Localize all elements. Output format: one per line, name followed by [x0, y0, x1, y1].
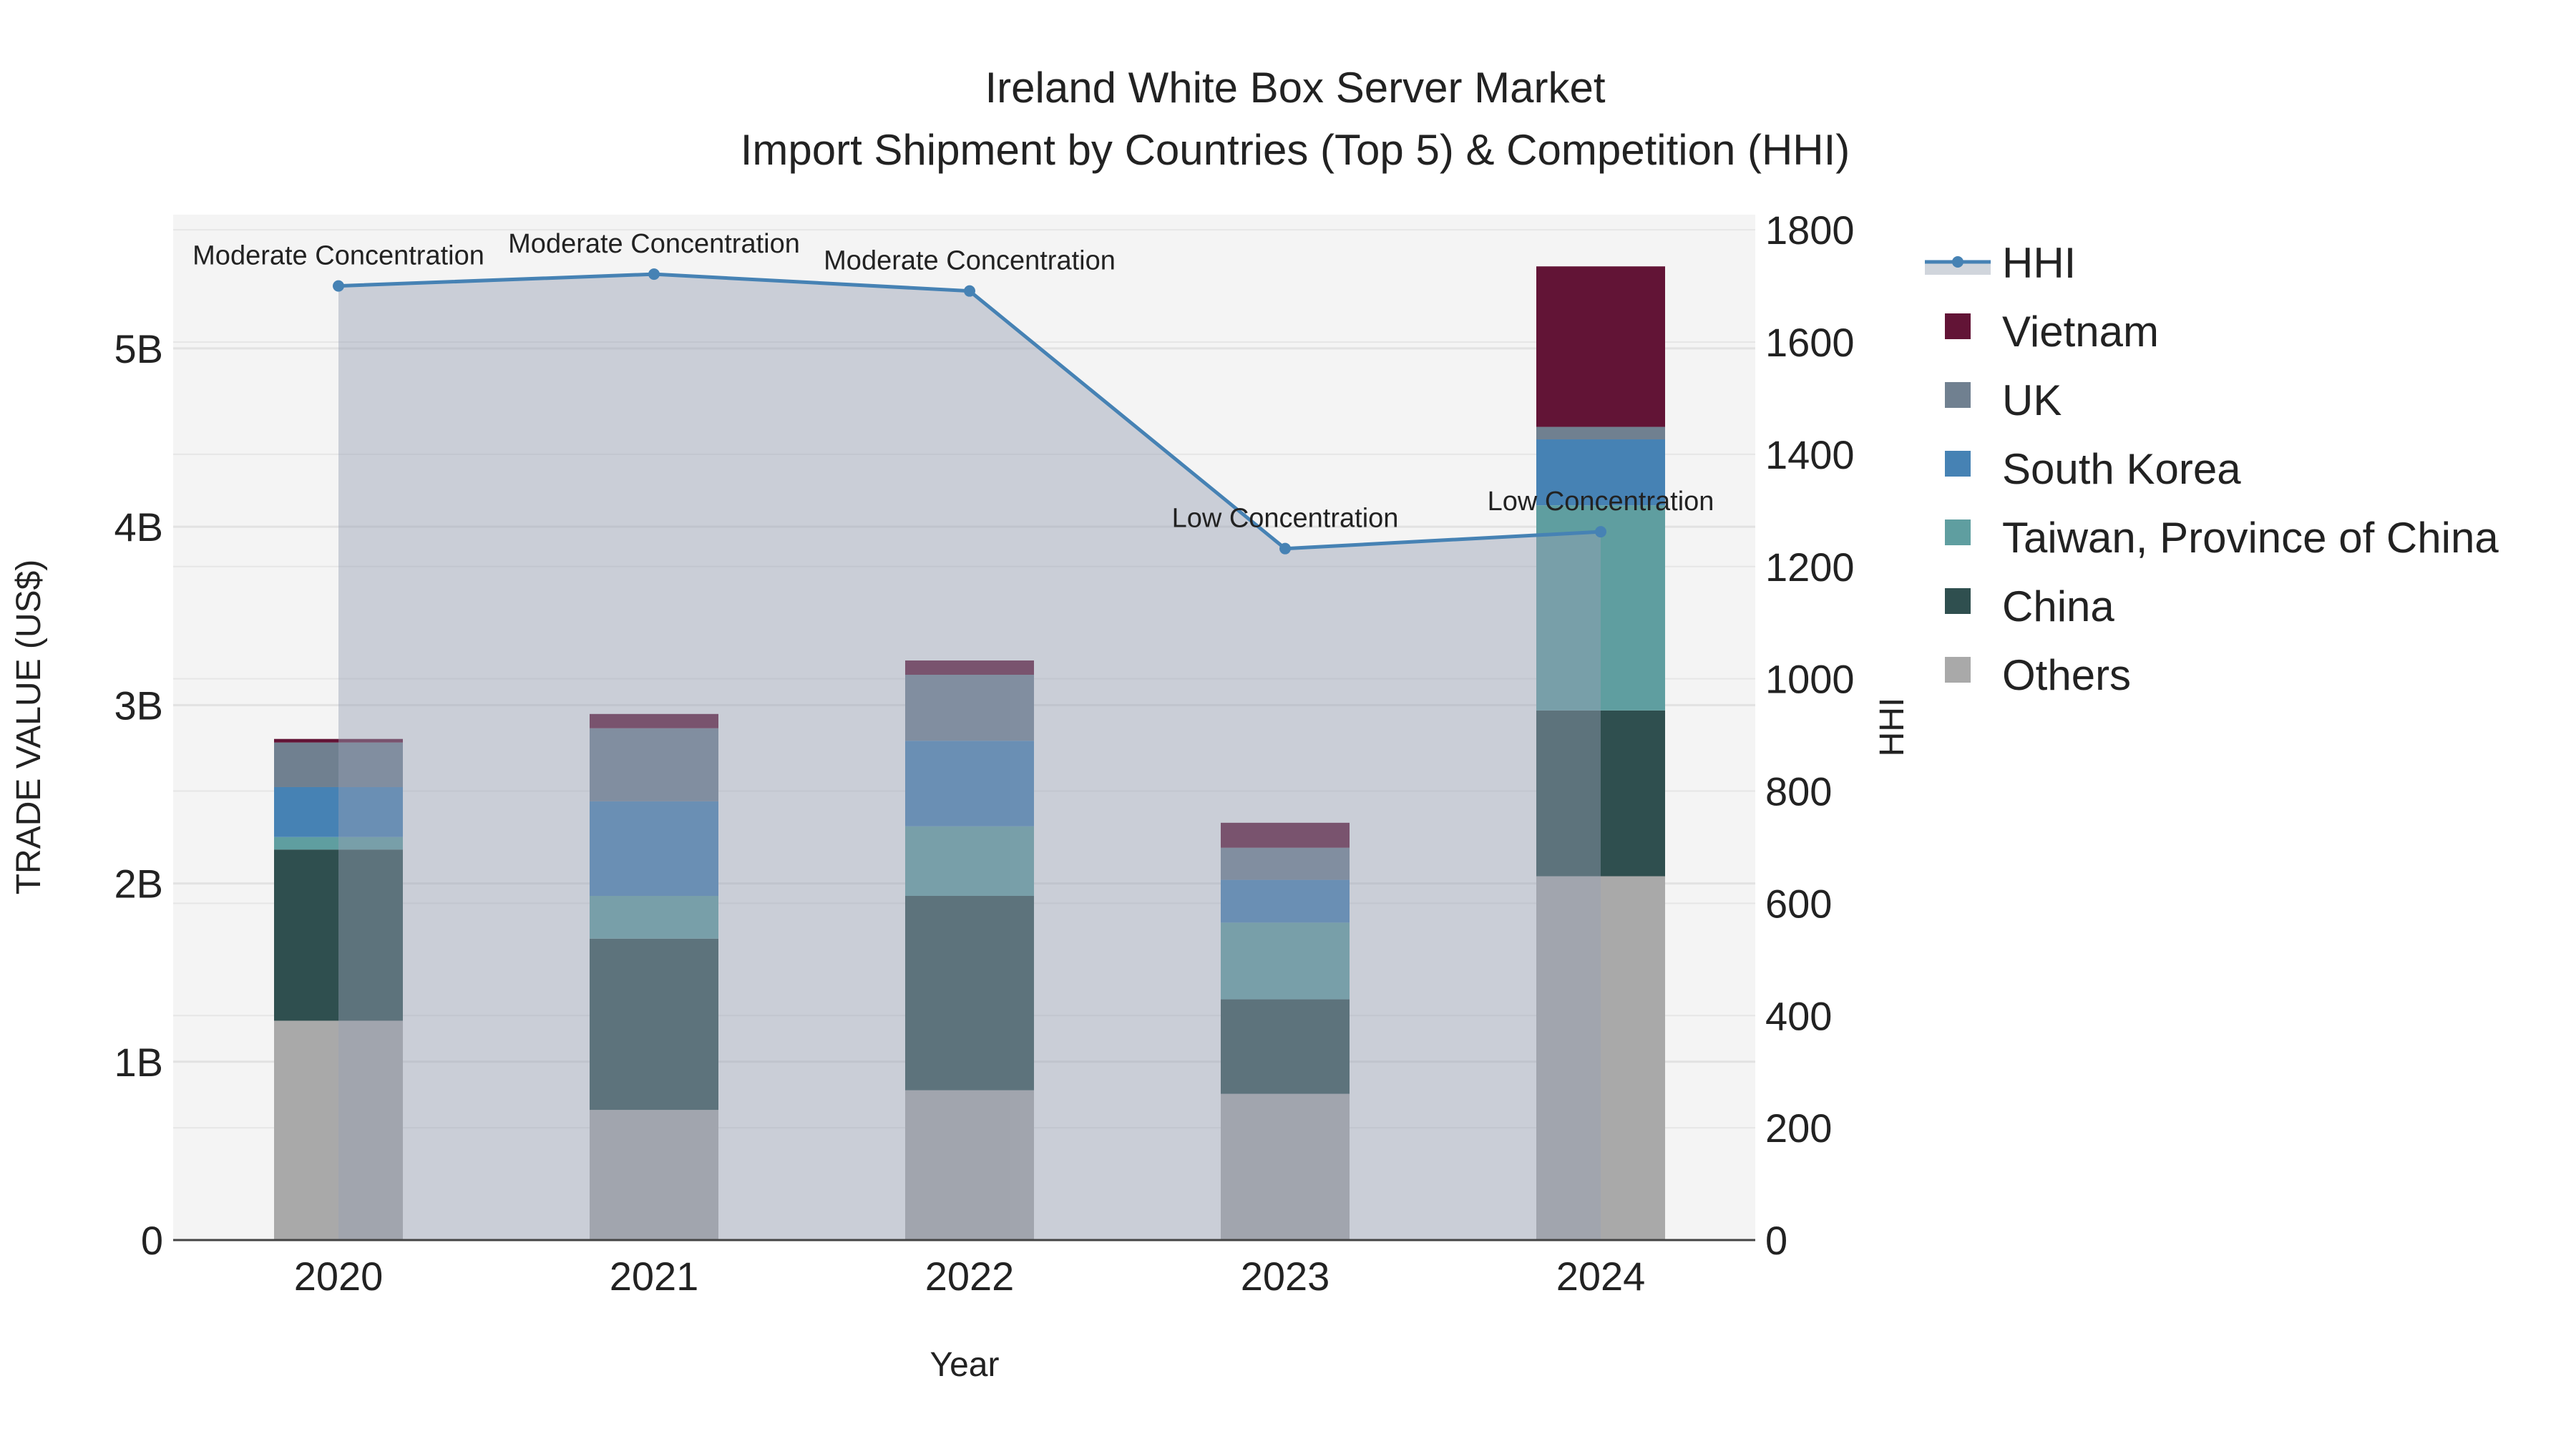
legend-swatch-china	[1945, 588, 1971, 614]
legend-label: HHI	[2002, 239, 2076, 287]
legend-swatch-others	[1945, 657, 1971, 683]
hhi-point-2021	[648, 268, 660, 280]
y2-tick-label: 1400	[1765, 432, 1855, 477]
legend-label: Vietnam	[2002, 308, 2159, 356]
legend-swatch-taiwan-province-of-china	[1945, 519, 1971, 545]
hhi-annotation: Moderate Concentration	[824, 246, 1116, 276]
y-tick-label: 1B	[114, 1040, 164, 1085]
y-axis-title: TRADE VALUE (US$)	[10, 560, 48, 895]
legend-label: Taiwan, Province of China	[2002, 514, 2499, 562]
x-tick-label: 2022	[925, 1254, 1015, 1299]
y-tick-label: 5B	[114, 326, 164, 371]
legend-label: Others	[2002, 651, 2131, 699]
hhi-annotation: Moderate Concentration	[508, 229, 800, 259]
y2-tick-label: 1200	[1765, 545, 1855, 590]
legend-swatch-south-korea	[1945, 451, 1971, 477]
hhi-point-2020	[333, 280, 344, 292]
y2-tick-label: 600	[1765, 881, 1832, 926]
legend-label: UK	[2002, 376, 2062, 424]
y2-tick-label: 400	[1765, 993, 1832, 1038]
legend-swatch-uk	[1945, 382, 1971, 408]
chart: Moderate Concentration Moderate Concentra…	[10, 64, 2499, 1384]
y2-tick-label: 800	[1765, 769, 1832, 814]
y2-tick-label: 1000	[1765, 657, 1855, 702]
legend-label: South Korea	[2002, 445, 2241, 493]
x-tick-label: 2024	[1556, 1254, 1646, 1299]
hhi-annotation: Moderate Concentration	[192, 241, 484, 271]
x-tick-label: 2020	[294, 1254, 384, 1299]
x-tick-label: 2023	[1241, 1254, 1330, 1299]
hhi-point-2024	[1595, 526, 1606, 538]
y2-tick-label: 1800	[1765, 208, 1855, 253]
legend-hhi-marker	[1952, 256, 1963, 268]
hhi-annotation: Low Concentration	[1172, 504, 1399, 534]
legend: HHI Vietnam UK South Korea Taiwan, Province …	[1925, 239, 2499, 699]
legend-swatch-vietnam	[1945, 313, 1971, 339]
bar-uk-2024	[1536, 426, 1665, 440]
y2-tick-label: 1600	[1765, 320, 1855, 365]
legend-label: China	[2002, 582, 2114, 630]
y-tick-label: 0	[141, 1218, 163, 1263]
hhi-point-2022	[964, 285, 975, 297]
y2-tick-label: 200	[1765, 1106, 1832, 1151]
x-tick-label: 2021	[610, 1254, 699, 1299]
y2-axis-title: HHI	[1873, 698, 1911, 757]
hhi-annotation: Low Concentration	[1488, 487, 1714, 517]
y2-tick-label: 0	[1765, 1218, 1787, 1263]
x-axis-title: Year	[930, 1346, 1000, 1384]
y-tick-label: 4B	[114, 504, 164, 550]
chart-title: Ireland White Box Server Market	[985, 64, 1606, 112]
bar-vietnam-2024	[1536, 266, 1665, 427]
hhi-point-2023	[1279, 542, 1291, 555]
y-tick-label: 3B	[114, 683, 164, 728]
chart-subtitle: Import Shipment by Countries (Top 5) & C…	[741, 126, 1850, 174]
y-tick-label: 2B	[114, 862, 164, 907]
